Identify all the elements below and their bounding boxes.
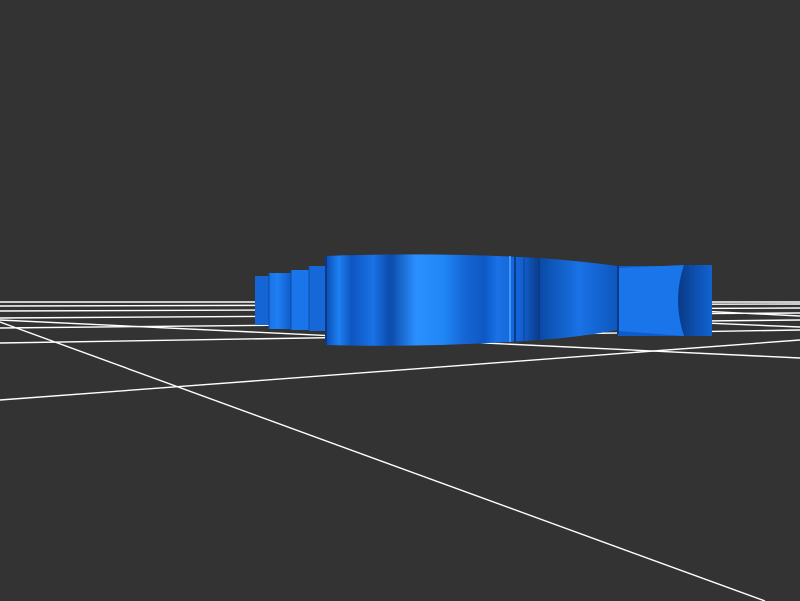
model-main-band — [326, 254, 540, 346]
viewport-canvas[interactable] — [0, 0, 800, 601]
model-left-block — [255, 276, 269, 325]
model-right-cap — [678, 265, 712, 336]
model-right-band — [540, 258, 618, 340]
3d-viewport[interactable] — [0, 0, 800, 601]
model-left-block — [291, 270, 309, 330]
model-left-block — [309, 266, 326, 331]
model-left-block — [269, 273, 291, 329]
model-right-box-face — [618, 265, 684, 336]
